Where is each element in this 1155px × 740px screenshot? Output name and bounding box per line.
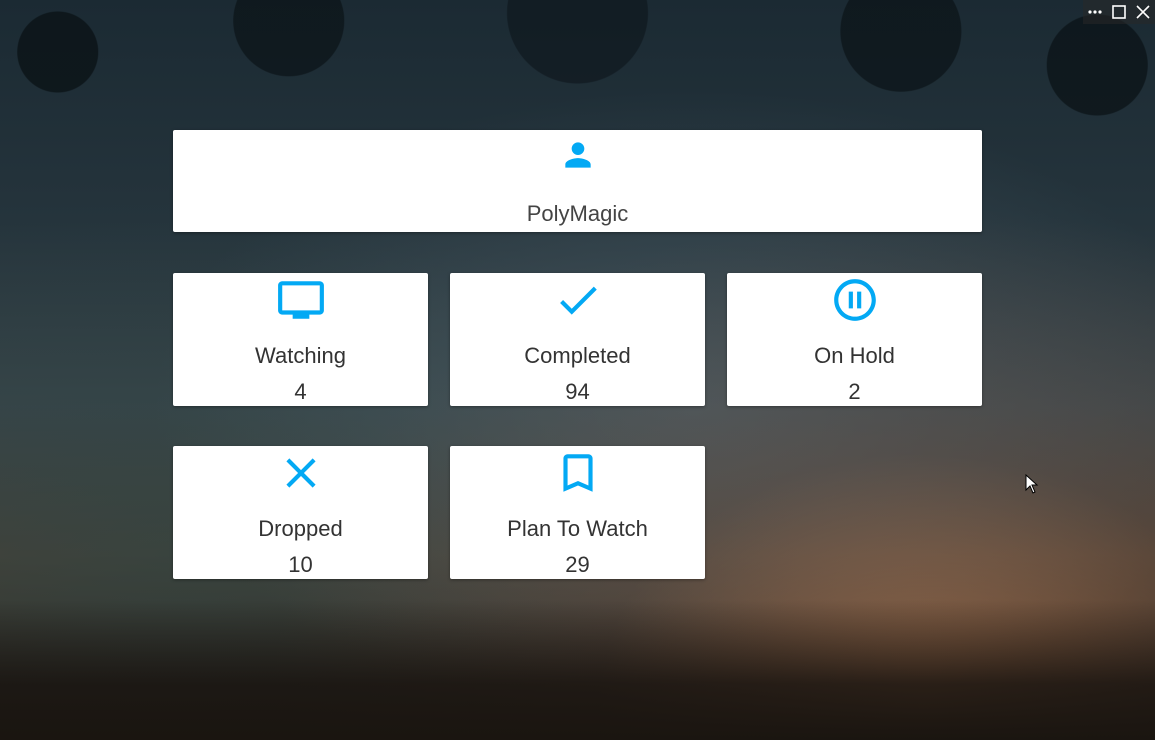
stat-card-plan-to-watch[interactable]: Plan To Watch 29 — [450, 446, 705, 579]
stat-count: 94 — [565, 379, 590, 404]
maximize-button[interactable] — [1110, 3, 1128, 21]
username: PolyMagic — [526, 201, 629, 226]
profile-card[interactable]: PolyMagic — [173, 130, 982, 232]
stat-label: On Hold — [814, 343, 895, 368]
stat-card-on-hold[interactable]: On Hold 2 — [727, 273, 982, 406]
tv-icon — [278, 281, 324, 319]
pause-circle-icon — [834, 279, 876, 321]
stat-count: 2 — [848, 379, 861, 404]
stat-count: 29 — [565, 552, 590, 577]
close-window-button[interactable] — [1134, 3, 1152, 21]
stat-label: Watching — [255, 343, 346, 368]
more-icon — [1088, 10, 1102, 14]
background-ground — [0, 600, 1155, 740]
mouse-cursor-icon — [1025, 474, 1039, 494]
stat-label: Dropped — [258, 516, 343, 541]
close-icon — [1136, 5, 1150, 19]
stat-label: Completed — [524, 343, 631, 368]
check-icon — [560, 286, 597, 315]
person-icon — [565, 142, 591, 168]
stat-card-watching[interactable]: Watching 4 — [173, 273, 428, 406]
more-options-button[interactable] — [1086, 3, 1104, 21]
stat-count: 4 — [294, 379, 307, 404]
bookmark-icon — [563, 454, 593, 492]
stat-card-completed[interactable]: Completed 94 — [450, 273, 705, 406]
stat-count: 10 — [288, 552, 313, 577]
close-x-icon — [286, 458, 316, 488]
stat-label: Plan To Watch — [507, 516, 648, 541]
stat-card-dropped[interactable]: Dropped 10 — [173, 446, 428, 579]
window-controls — [1083, 0, 1155, 24]
maximize-icon — [1112, 5, 1126, 19]
